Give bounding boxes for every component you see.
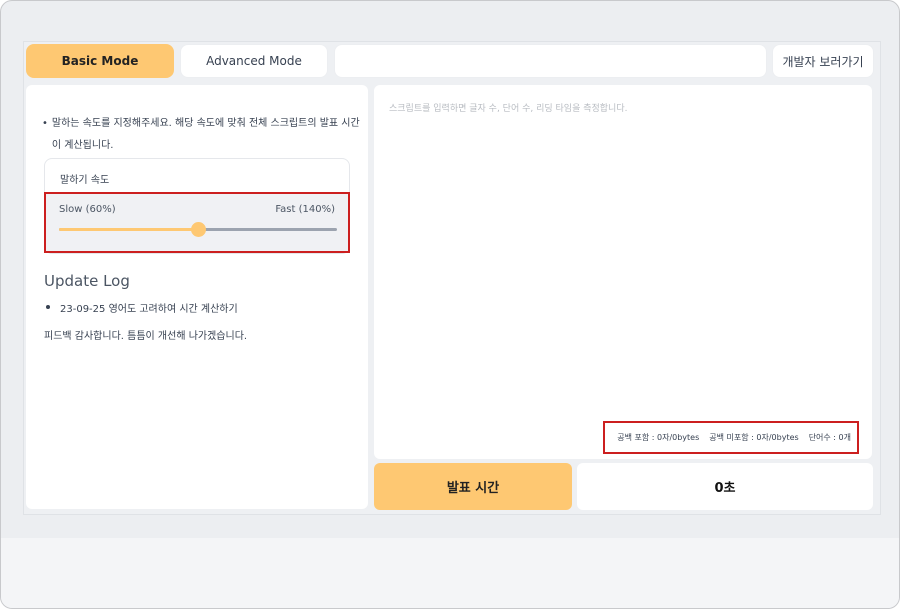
speed-slider-highlight: Slow (60%) Fast (140%) <box>44 192 350 253</box>
developer-link-button[interactable]: 개발자 보러가기 <box>772 44 874 78</box>
presentation-time-result: 0초 <box>577 463 873 510</box>
speed-title: 말하기 속도 <box>60 175 110 186</box>
stat-with-spaces: 공백 포함 : 0자/0bytes <box>617 433 700 442</box>
list-bullet <box>46 305 50 309</box>
script-input[interactable]: 스크립트를 입력하면 글자 수, 단어 수, 리딩 타임을 측정합니다. 공백 … <box>374 85 872 459</box>
update-log-title: Update Log <box>44 272 130 290</box>
speed-notice: • 말하는 속도를 지정해주세요. 해당 속도에 맞춰 전체 스크립트의 발표 … <box>42 113 360 157</box>
tab-basic-mode[interactable]: Basic Mode <box>26 44 174 78</box>
update-log-list: 23-09-25 영어도 고려하여 시간 계산하기 <box>44 299 354 315</box>
tab-advanced-mode[interactable]: Advanced Mode <box>180 44 328 78</box>
feedback-text: 피드백 감사합니다. 틈틈이 개선해 나가겠습니다. <box>44 331 248 342</box>
list-item: 23-09-25 영어도 고려하여 시간 계산하기 <box>44 299 354 315</box>
speed-slider[interactable] <box>59 222 337 237</box>
tab-bar-spacer <box>334 44 767 78</box>
slow-label: Slow (60%) <box>59 204 116 215</box>
speed-card: 말하기 속도 Slow (60%) Fast (140%) <box>44 158 350 254</box>
app-container: Basic Mode Advanced Mode 개발자 보러가기 • 말하는 … <box>23 41 881 515</box>
notice-bullet: • <box>42 118 48 129</box>
browser-frame: Basic Mode Advanced Mode 개발자 보러가기 • 말하는 … <box>0 0 900 609</box>
settings-panel: • 말하는 속도를 지정해주세요. 해당 속도에 맞춰 전체 스크립트의 발표 … <box>26 85 368 509</box>
stat-without-spaces: 공백 미포함 : 0자/0bytes <box>709 433 799 442</box>
text-stats: 공백 포함 : 0자/0bytes 공백 미포함 : 0자/0bytes 단어수… <box>603 421 859 454</box>
fast-label: Fast (140%) <box>275 204 335 215</box>
stat-word-count: 단어수 : 0개 <box>808 433 851 442</box>
presentation-time-button[interactable]: 발표 시간 <box>374 463 572 510</box>
bottom-band <box>1 538 899 608</box>
notice-text: 말하는 속도를 지정해주세요. 해당 속도에 맞춰 전체 스크립트의 발표 시간… <box>51 118 360 151</box>
log-item-text: 23-09-25 영어도 고려하여 시간 계산하기 <box>60 303 238 315</box>
slider-thumb[interactable] <box>191 222 206 237</box>
script-placeholder: 스크립트를 입력하면 글자 수, 단어 수, 리딩 타임을 측정합니다. <box>389 104 628 114</box>
slider-fill <box>59 228 198 231</box>
